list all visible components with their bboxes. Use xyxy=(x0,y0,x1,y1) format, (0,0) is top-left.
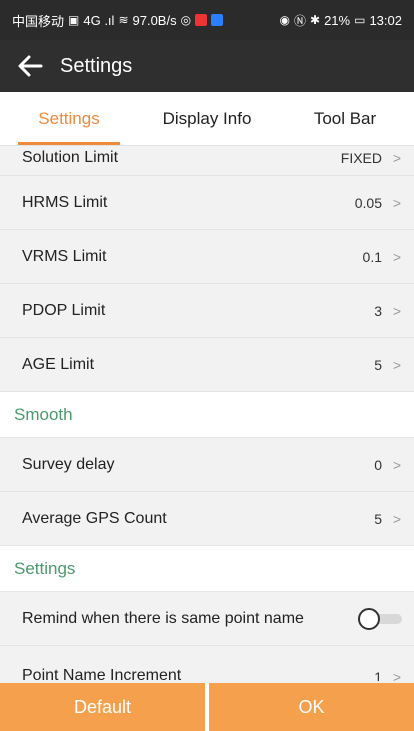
clock: 13:02 xyxy=(369,12,402,28)
row-label: Solution Limit xyxy=(22,148,119,166)
eye-icon: ◉ xyxy=(279,13,290,27)
tab-display-info[interactable]: Display Info xyxy=(138,92,276,145)
point-name-increment-row[interactable]: Point Name Increment 1 > xyxy=(0,646,414,681)
hd-icon: ▣ xyxy=(68,13,80,27)
row-label: HRMS Limit xyxy=(22,193,108,211)
row-value: 3 xyxy=(374,302,382,319)
pdop-limit-row[interactable]: PDOP Limit 3 > xyxy=(0,284,414,338)
tab-settings[interactable]: Settings xyxy=(0,92,138,145)
app-notification-icon-2 xyxy=(211,14,224,26)
hrms-limit-row[interactable]: HRMS Limit 0.05 > xyxy=(0,176,414,230)
chevron-right-icon: > xyxy=(392,149,402,166)
chevron-right-icon: > xyxy=(392,302,402,319)
settings-list: Solution Limit FIXED > HRMS Limit 0.05 >… xyxy=(0,146,414,681)
bluetooth-icon: ✱ xyxy=(310,13,321,27)
row-label: AGE Limit xyxy=(22,355,95,373)
chevron-right-icon: > xyxy=(392,456,402,473)
solution-limit-row[interactable]: Solution Limit FIXED > xyxy=(0,146,414,176)
row-value: 0 xyxy=(374,456,382,473)
row-value: 1 xyxy=(374,669,382,681)
bottom-action-bar: Default OK xyxy=(0,683,414,731)
tab-bar: Settings Display Info Tool Bar xyxy=(0,92,414,146)
survey-delay-row[interactable]: Survey delay 0 > xyxy=(0,438,414,492)
network-speed: 97.0B/s xyxy=(132,12,177,28)
app-notification-icon xyxy=(195,14,208,26)
whatsapp-icon: ◎ xyxy=(180,13,192,27)
app-bar: Settings xyxy=(0,40,414,92)
nfc-icon: Ⓝ xyxy=(294,13,307,28)
row-value: FIXED xyxy=(340,149,382,166)
remind-same-point-name-row: Remind when there is same point name xyxy=(0,592,414,646)
section-header-smooth: Smooth xyxy=(0,392,414,438)
battery-icon: ▭ xyxy=(354,13,366,27)
vrms-limit-row[interactable]: VRMS Limit 0.1 > xyxy=(0,230,414,284)
page-title: Settings xyxy=(60,54,133,77)
row-label: VRMS Limit xyxy=(22,247,107,265)
row-label: Remind when there is same point name xyxy=(22,609,304,627)
default-button[interactable]: Default xyxy=(0,683,205,731)
row-label: Point Name Increment xyxy=(22,667,182,681)
signal-icon: 4G .ıl xyxy=(83,12,115,28)
row-value: 0.05 xyxy=(354,194,382,211)
chevron-right-icon: > xyxy=(392,669,402,681)
age-limit-row[interactable]: AGE Limit 5 > xyxy=(0,338,414,392)
row-value: 0.1 xyxy=(362,248,382,265)
chevron-right-icon: > xyxy=(392,510,402,527)
back-arrow-icon[interactable] xyxy=(14,50,46,82)
wifi-icon: ≋ xyxy=(118,13,129,27)
row-value: 5 xyxy=(374,510,382,527)
row-label: Average GPS Count xyxy=(22,509,167,527)
toggle-knob xyxy=(358,607,380,630)
chevron-right-icon: > xyxy=(392,248,402,265)
carrier-label: 中国移动 xyxy=(12,13,65,29)
battery-percent: 21% xyxy=(324,12,351,28)
average-gps-count-row[interactable]: Average GPS Count 5 > xyxy=(0,492,414,546)
section-header-settings: Settings xyxy=(0,546,414,592)
tab-tool-bar[interactable]: Tool Bar xyxy=(276,92,414,145)
row-value: 5 xyxy=(374,356,382,373)
chevron-right-icon: > xyxy=(392,194,402,211)
remind-toggle[interactable] xyxy=(358,607,402,630)
row-label: Survey delay xyxy=(22,455,115,473)
row-label: PDOP Limit xyxy=(22,301,106,319)
chevron-right-icon: > xyxy=(392,356,402,373)
status-bar: 中国移动 ▣ 4G .ıl ≋ 97.0B/s ◎ ◉ Ⓝ ✱ 21% ▭ 13… xyxy=(0,0,414,40)
ok-button[interactable]: OK xyxy=(209,683,414,731)
